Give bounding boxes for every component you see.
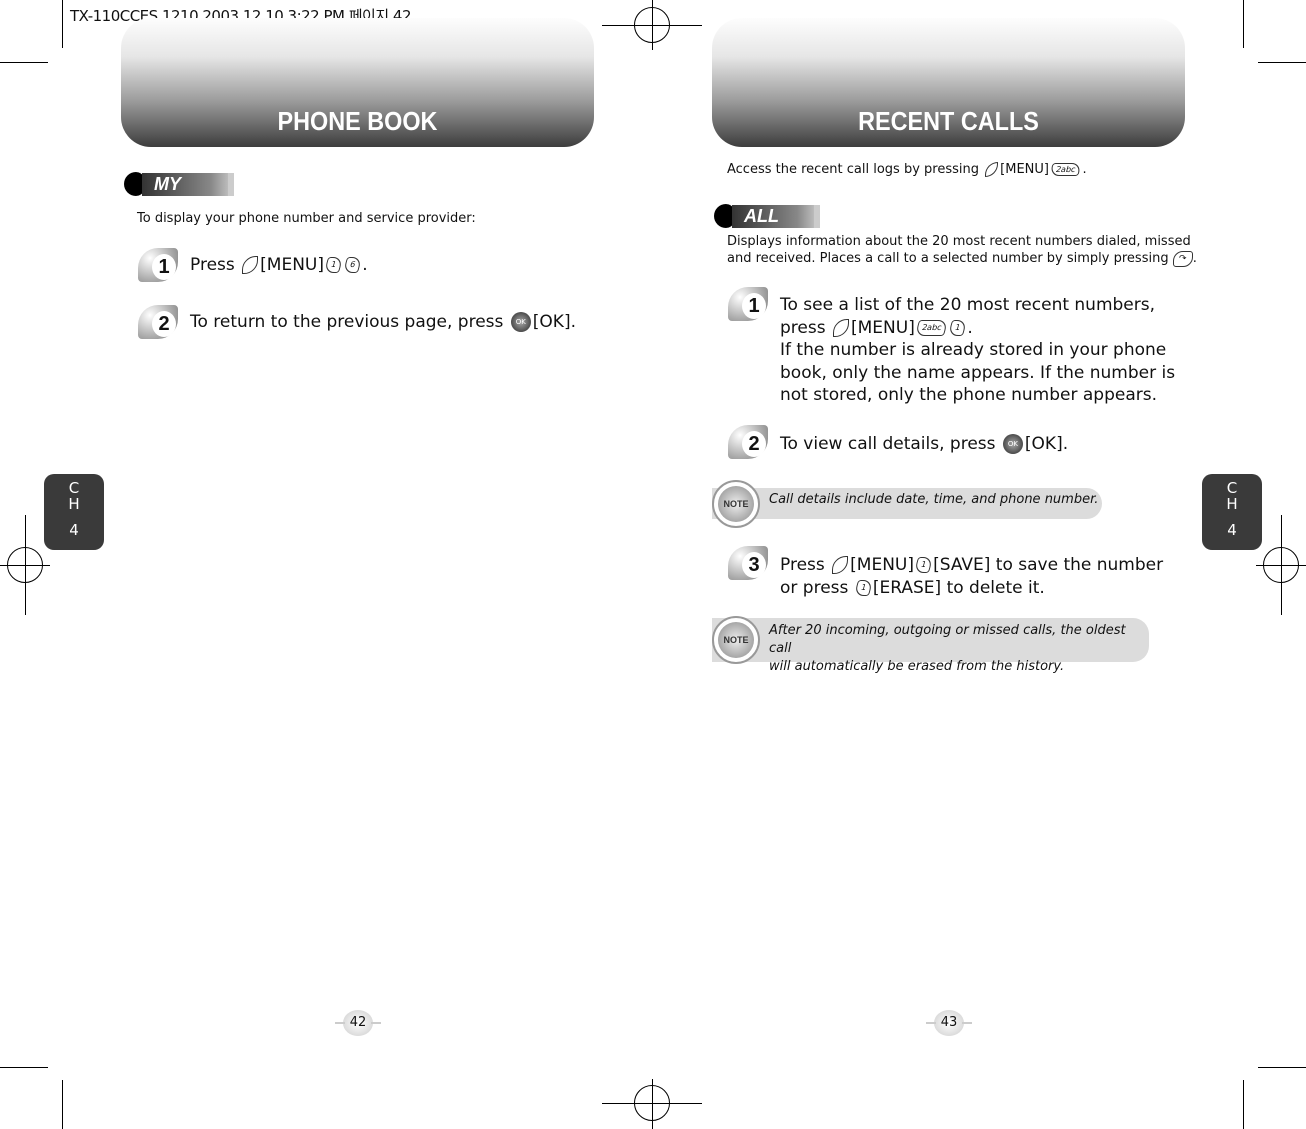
menu-softkey-icon <box>832 556 849 574</box>
key-6-icon: 6 <box>342 257 363 273</box>
step-number-badge: 2 <box>728 425 768 459</box>
ok-key-icon: OK <box>510 312 531 332</box>
step-number-badge: 3 <box>728 546 768 580</box>
menu-softkey-icon <box>833 318 849 337</box>
intro-text: To display your phone number and service… <box>137 211 476 226</box>
crop-mark <box>0 1067 48 1068</box>
crop-mark <box>1243 1080 1244 1129</box>
key-1-icon: 1 <box>323 257 344 273</box>
step-2-text: To view call details, press OK [OK]. <box>780 434 1069 454</box>
access-text: Access the recent call logs by pressing … <box>727 162 1087 177</box>
ok-key-icon: OK <box>1002 434 1023 454</box>
page-title: PHONE BOOK <box>277 106 438 136</box>
crop-mark <box>62 1080 63 1129</box>
step-number-badge: 1 <box>728 287 768 321</box>
chapter-tab: CH4 <box>1202 474 1262 550</box>
menu-softkey-icon <box>985 162 999 177</box>
page-title: RECENT CALLS <box>858 106 1039 136</box>
key-1-icon: 1 <box>853 579 874 596</box>
page-number: 43 <box>926 1010 972 1036</box>
crop-mark <box>1258 1067 1306 1068</box>
note-icon: NOTE <box>712 616 760 664</box>
step-1-text: To see a list of the 20 most recent numb… <box>780 295 1176 405</box>
page-number: 42 <box>335 1010 381 1036</box>
crop-mark <box>62 0 63 48</box>
section-description: Displays information about the 20 most r… <box>727 234 1197 267</box>
crop-mark <box>0 62 48 63</box>
step-number-badge: 1 <box>138 248 178 282</box>
step-3-text: Press [MENU] 1 [SAVE] to save the number o… <box>780 555 1164 598</box>
key-2-icon: 2abc <box>1049 163 1083 176</box>
crop-mark <box>1243 0 1244 48</box>
chapter-tab: CH4 <box>44 474 104 550</box>
key-1-icon: 1 <box>913 557 934 573</box>
step-1-text: Press [MENU] 1 6. <box>190 255 368 275</box>
step-2-text: To return to the previous page, press OK… <box>190 312 576 332</box>
send-key-icon: ↷ <box>1172 250 1193 267</box>
note-box: NOTE Call details include date, time, an… <box>712 479 1102 528</box>
step-number-badge: 2 <box>138 305 178 339</box>
crop-mark <box>1258 62 1306 63</box>
note-box: NOTE After 20 incoming, outgoing or miss… <box>712 616 1149 674</box>
page-header-banner: PHONE BOOK <box>121 18 594 147</box>
page-header-banner: RECENT CALLS <box>712 18 1185 147</box>
key-1-icon: 1 <box>948 319 968 336</box>
menu-softkey-icon <box>242 256 259 274</box>
note-icon: NOTE <box>712 479 760 528</box>
key-2-icon: 2abc <box>914 319 949 336</box>
